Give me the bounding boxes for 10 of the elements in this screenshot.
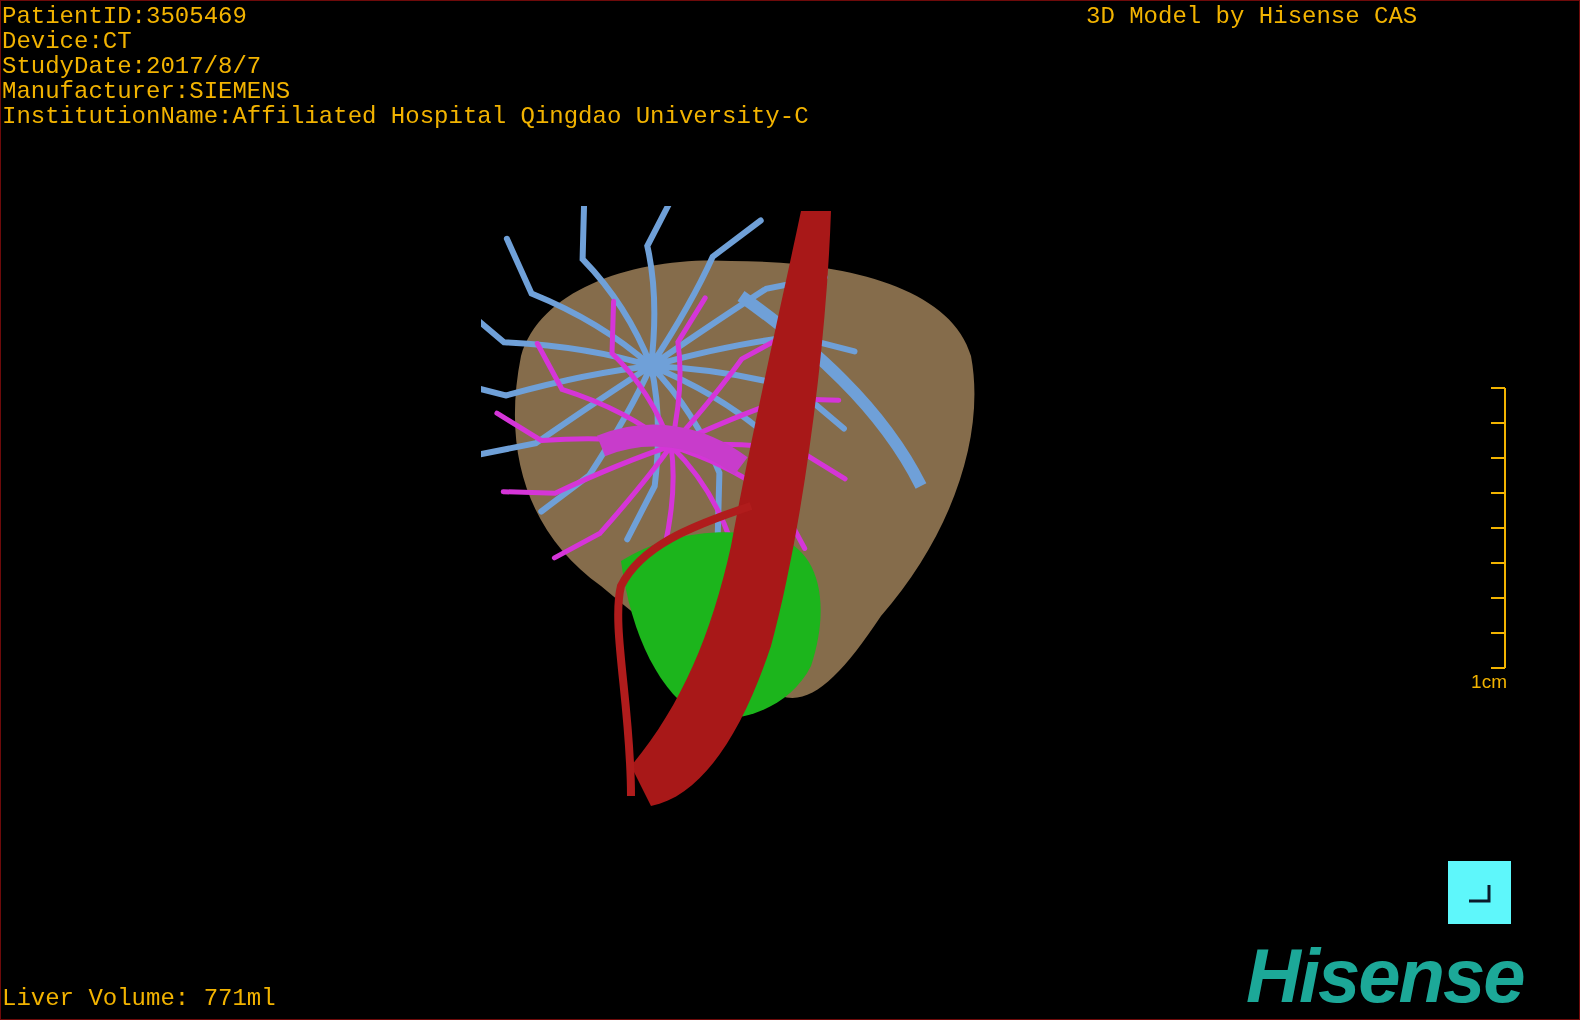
patient-info-text: InstitutionName:Affiliated Hospital Qingdao University-C: [2, 104, 809, 129]
model-credit-text: 3D Model by Hisense CAS: [1086, 4, 1418, 29]
patient-info-text: StudyDate:2017/8/7: [2, 54, 263, 79]
patient-info-text: Device:CT: [2, 29, 133, 54]
liver-volume-text: Liver Volume: 771ml: [2, 986, 276, 1011]
patient-info-text: Manufacturer:SIEMENS: [2, 79, 292, 104]
patient-info-text: PatientID:3505469: [2, 4, 248, 29]
scale-label: 1cm: [1471, 671, 1507, 693]
view-corner-button[interactable]: [1448, 861, 1511, 924]
brand-logo: Hisense: [1246, 936, 1524, 1016]
